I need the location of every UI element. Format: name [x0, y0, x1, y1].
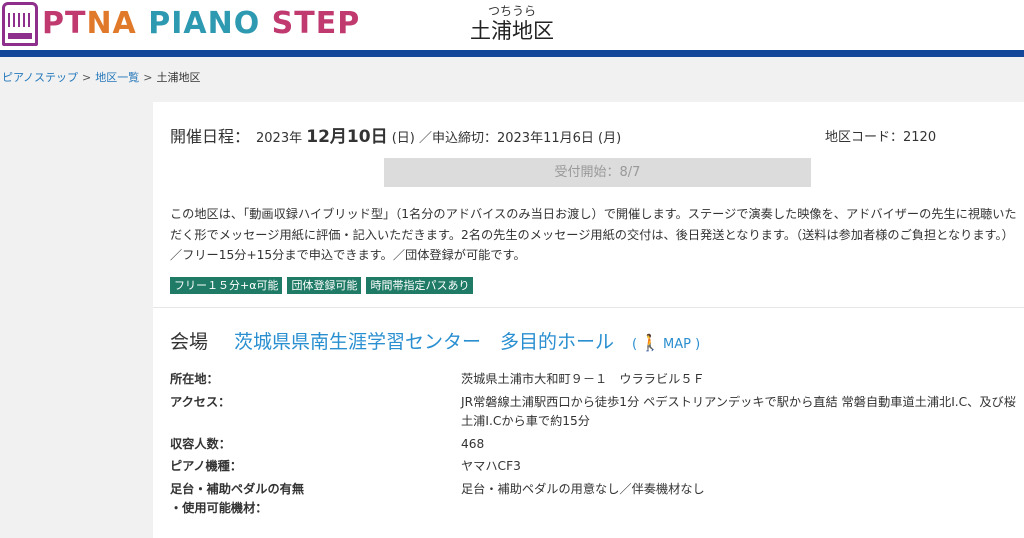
event-detail-card: 開催日程： 2023年 12月10日 (日) ／申込締切：2023年11月6日 (… — [153, 102, 1024, 538]
info-key: 所在地： — [170, 372, 219, 386]
header-divider-bar — [0, 50, 1024, 57]
info-key: 収容人数： — [170, 436, 231, 451]
info-key: 足台・補助ペダルの有無 ・使用可能機材： — [170, 481, 305, 516]
info-row-address: 所在地： 茨城県土浦市大和町９－１ ウララビル５Ｆ — [170, 370, 1020, 390]
breadcrumb-separator: > — [143, 71, 153, 84]
info-value: 茨城県土浦市大和町９－１ ウララビル５Ｆ — [461, 372, 705, 386]
breadcrumb: ピアノステップ > 地区一覧 > 土浦地区 — [2, 69, 200, 85]
info-row-access: アクセス： JR常磐線土浦駅西口から徒歩1分 ペデストリアンデッキで駅から直結 … — [170, 393, 1020, 432]
accept-start-button[interactable]: 受付開始：8/7 — [384, 158, 811, 187]
info-row-equipment: 足台・補助ペダルの有無 ・使用可能機材： 足台・補助ペダルの用意なし／伴奏機材な… — [170, 480, 1020, 519]
venue-label: 会場 — [170, 331, 209, 353]
venue-name-link[interactable]: 茨城県県南生涯学習センター 多目的ホール — [234, 327, 614, 354]
walking-person-icon: 🚶 — [640, 333, 661, 352]
section-divider — [153, 307, 1024, 308]
breadcrumb-current: 土浦地区 — [156, 71, 201, 84]
schedule-line: 開催日程： 2023年 12月10日 (日) ／申込締切：2023年11月6日 (… — [170, 122, 621, 147]
schedule-date: 12月10日 — [306, 127, 388, 147]
area-code: 地区コード：2120 — [825, 130, 937, 145]
area-description: この地区は、「動画収録ハイブリッド型」（1名分のアドバイスのみ当日お渡し）で開催… — [170, 207, 1017, 262]
schedule-deadline: (日) ／申込締切：2023年11月6日 (月) — [391, 131, 622, 146]
info-key: アクセス： — [170, 394, 231, 409]
info-row-capacity: 収容人数： 468 — [170, 435, 1020, 455]
info-value: 468 — [461, 436, 485, 451]
tag-group-registration: 団体登録可能 — [287, 277, 362, 294]
schedule-label: 開催日程： — [170, 127, 251, 146]
venue-info-table: 所在地： 茨城県土浦市大和町９－１ ウララビル５Ｆ アクセス： JR常磐線土浦駅… — [170, 370, 1020, 522]
breadcrumb-home-link[interactable]: ピアノステップ — [2, 71, 78, 84]
schedule-year: 2023年 — [256, 131, 303, 146]
info-row-piano-model: ピアノ機種： ヤマハCF3 — [170, 457, 1020, 477]
site-header: PTNA PIANO STEP つちうら 土浦地区 — [0, 0, 1024, 50]
tag-free-time: フリー１５分+α可能 — [170, 277, 283, 294]
info-value: 足台・補助ペダルの用意なし／伴奏機材なし — [461, 481, 705, 496]
info-key: ピアノ機種： — [170, 459, 243, 473]
map-link[interactable]: (🚶 MAP ) — [632, 333, 700, 352]
breadcrumb-separator: > — [82, 71, 92, 84]
feature-tags: フリー１５分+α可能 団体登録可能 時間帯指定パスあり — [170, 277, 478, 294]
venue-heading: 会場 茨城県県南生涯学習センター 多目的ホール (🚶 MAP ) — [170, 327, 700, 354]
info-value: JR常磐線土浦駅西口から徒歩1分 ペデストリアンデッキで駅から直結 常磐自動車道… — [461, 394, 1016, 429]
info-value: ヤマハCF3 — [461, 459, 521, 473]
tag-time-slot-pass: 時間帯指定パスあり — [366, 277, 474, 294]
breadcrumb-area-list-link[interactable]: 地区一覧 — [95, 71, 139, 84]
page-title: 土浦地区 — [470, 19, 554, 43]
